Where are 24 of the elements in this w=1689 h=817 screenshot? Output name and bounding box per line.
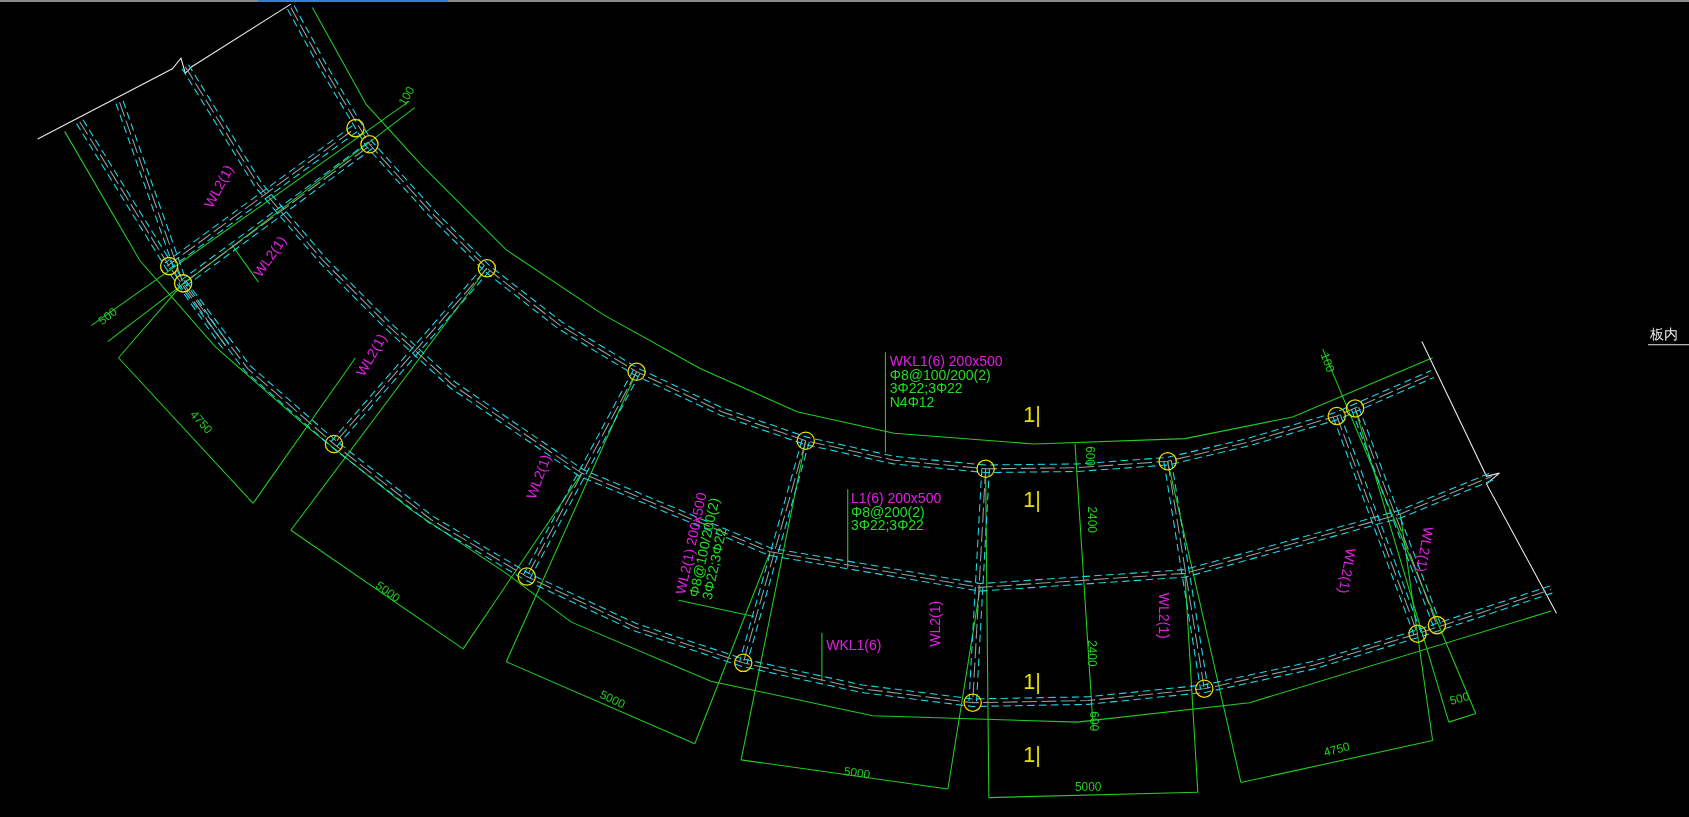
dimension-text: 500 xyxy=(1448,689,1471,708)
beam-label: WL2(1) xyxy=(927,600,944,647)
dimension-text: 4750 xyxy=(1322,739,1352,760)
callout-text: WKL1(6) 200x500 xyxy=(889,353,1003,370)
beam-label: WL2(1) xyxy=(1413,525,1437,574)
section-mark: 1| xyxy=(1023,668,1041,694)
callout-text: L1(6) 200x500 xyxy=(850,490,942,507)
dimension-text: 100 xyxy=(395,83,418,109)
section-mark: 1| xyxy=(1023,742,1041,767)
beam-label: WL2(1) xyxy=(1335,546,1360,595)
dimension-text: 5000 xyxy=(597,687,628,712)
dimension-text: 600 xyxy=(1082,446,1097,466)
dimension-text: 500 xyxy=(95,304,120,328)
dimension-text: 600 xyxy=(1087,711,1102,732)
dimension-text: 100 xyxy=(1317,350,1338,375)
dimension-text: 2400 xyxy=(1084,640,1099,667)
dimension-text: 5000 xyxy=(1075,780,1102,795)
dimension-text: 2400 xyxy=(1084,506,1099,533)
dimension-text: 5000 xyxy=(843,764,872,782)
side-note: 板内 xyxy=(1650,326,1679,343)
section-mark: 1| xyxy=(1023,486,1041,512)
beam-label: WL2(1) xyxy=(1156,592,1173,639)
section-mark: 1| xyxy=(1023,402,1041,428)
callout-text: WKL1(6) xyxy=(826,636,882,653)
